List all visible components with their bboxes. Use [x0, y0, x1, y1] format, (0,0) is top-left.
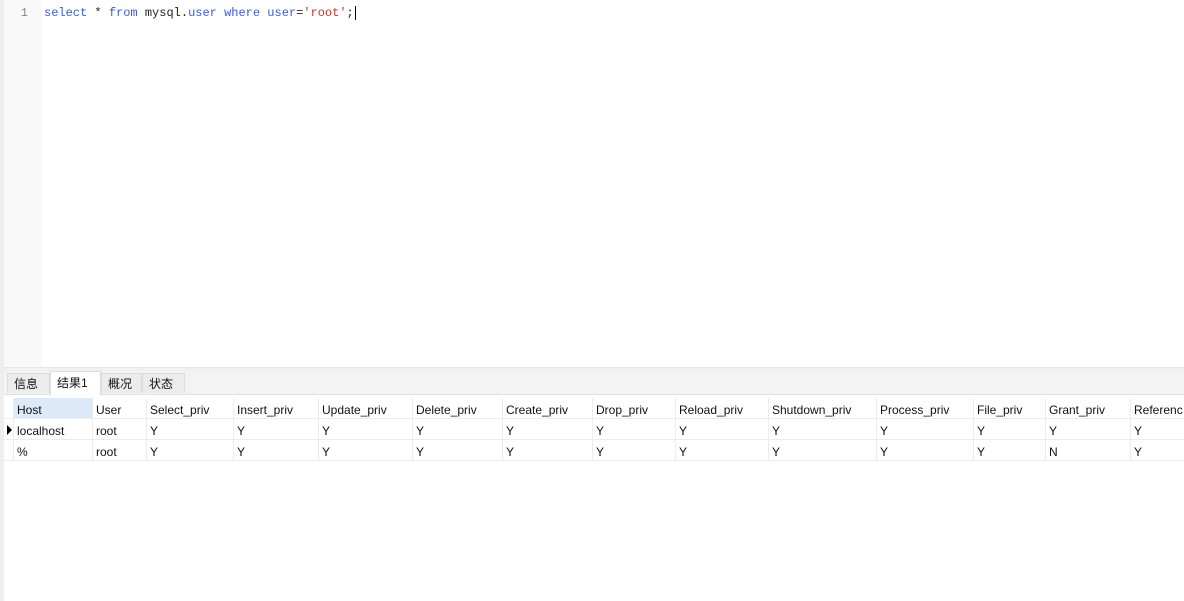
- column-header-delete-priv[interactable]: Delete_priv: [413, 398, 503, 419]
- cell-update-priv[interactable]: Y: [319, 419, 413, 440]
- cell-delete-priv[interactable]: Y: [413, 440, 503, 461]
- column-header-grant-priv[interactable]: Grant_priv: [1046, 398, 1131, 419]
- results-tab-bar: 信息 结果1 概况 状态: [4, 371, 1184, 395]
- cell-shutdown-priv[interactable]: Y: [769, 419, 877, 440]
- cell-create-priv[interactable]: Y: [503, 419, 593, 440]
- line-number-gutter: [4, 0, 42, 367]
- table-row[interactable]: localhost root Y Y Y Y Y Y Y Y Y Y Y Y: [4, 419, 1184, 440]
- cell-reload-priv[interactable]: Y: [676, 440, 769, 461]
- sql-editor[interactable]: 1 select * from mysql.user where user='r…: [4, 0, 1184, 367]
- cell-user[interactable]: root: [93, 419, 147, 440]
- cell-host[interactable]: %: [14, 440, 93, 461]
- row-indicator: [4, 419, 14, 440]
- cell-grant-priv[interactable]: N: [1046, 440, 1131, 461]
- column-header-file-priv[interactable]: File_priv: [974, 398, 1046, 419]
- column-header-reload-priv[interactable]: Reload_priv: [676, 398, 769, 419]
- cell-create-priv[interactable]: Y: [503, 440, 593, 461]
- tab-result1[interactable]: 结果1: [50, 371, 101, 395]
- column-header-shutdown-priv[interactable]: Shutdown_priv: [769, 398, 877, 419]
- column-header-create-priv[interactable]: Create_priv: [503, 398, 593, 419]
- cell-file-priv[interactable]: Y: [974, 440, 1046, 461]
- text-caret: [354, 5, 356, 20]
- header-row: Host User Select_priv Insert_priv Update…: [4, 398, 1184, 419]
- cell-references-priv[interactable]: Y: [1131, 440, 1184, 461]
- current-row-arrow-icon: [7, 425, 12, 435]
- result-grid[interactable]: Host User Select_priv Insert_priv Update…: [4, 396, 1184, 601]
- cell-insert-priv[interactable]: Y: [234, 440, 319, 461]
- cell-reload-priv[interactable]: Y: [676, 419, 769, 440]
- cell-process-priv[interactable]: Y: [877, 440, 974, 461]
- cell-grant-priv[interactable]: Y: [1046, 419, 1131, 440]
- tab-profile[interactable]: 概况: [101, 373, 142, 393]
- row-indicator: [4, 440, 14, 461]
- column-header-host[interactable]: Host: [14, 398, 93, 419]
- cell-process-priv[interactable]: Y: [877, 419, 974, 440]
- cell-insert-priv[interactable]: Y: [234, 419, 319, 440]
- cell-delete-priv[interactable]: Y: [413, 419, 503, 440]
- cell-drop-priv[interactable]: Y: [593, 440, 676, 461]
- column-header-insert-priv[interactable]: Insert_priv: [234, 398, 319, 419]
- cell-shutdown-priv[interactable]: Y: [769, 440, 877, 461]
- sql-query-text[interactable]: select * from mysql.user where user='roo…: [44, 5, 356, 20]
- cell-references-priv[interactable]: Y: [1131, 419, 1184, 440]
- line-number: 1: [20, 6, 28, 20]
- editor-line[interactable]: 1 select * from mysql.user where user='r…: [4, 5, 1184, 21]
- column-header-process-priv[interactable]: Process_priv: [877, 398, 974, 419]
- column-header-select-priv[interactable]: Select_priv: [147, 398, 234, 419]
- cell-user[interactable]: root: [93, 440, 147, 461]
- row-indicator-header: [4, 398, 14, 419]
- column-header-user[interactable]: User: [93, 398, 147, 419]
- column-header-drop-priv[interactable]: Drop_priv: [593, 398, 676, 419]
- cell-update-priv[interactable]: Y: [319, 440, 413, 461]
- column-header-references-priv[interactable]: Referenc: [1131, 398, 1184, 419]
- column-header-update-priv[interactable]: Update_priv: [319, 398, 413, 419]
- cell-file-priv[interactable]: Y: [974, 419, 1046, 440]
- tab-info[interactable]: 信息: [7, 373, 50, 393]
- cell-drop-priv[interactable]: Y: [593, 419, 676, 440]
- cell-select-priv[interactable]: Y: [147, 440, 234, 461]
- tab-status[interactable]: 状态: [142, 373, 185, 393]
- cell-host[interactable]: localhost: [14, 419, 93, 440]
- table-row[interactable]: % root Y Y Y Y Y Y Y Y Y Y N Y: [4, 440, 1184, 461]
- cell-select-priv[interactable]: Y: [147, 419, 234, 440]
